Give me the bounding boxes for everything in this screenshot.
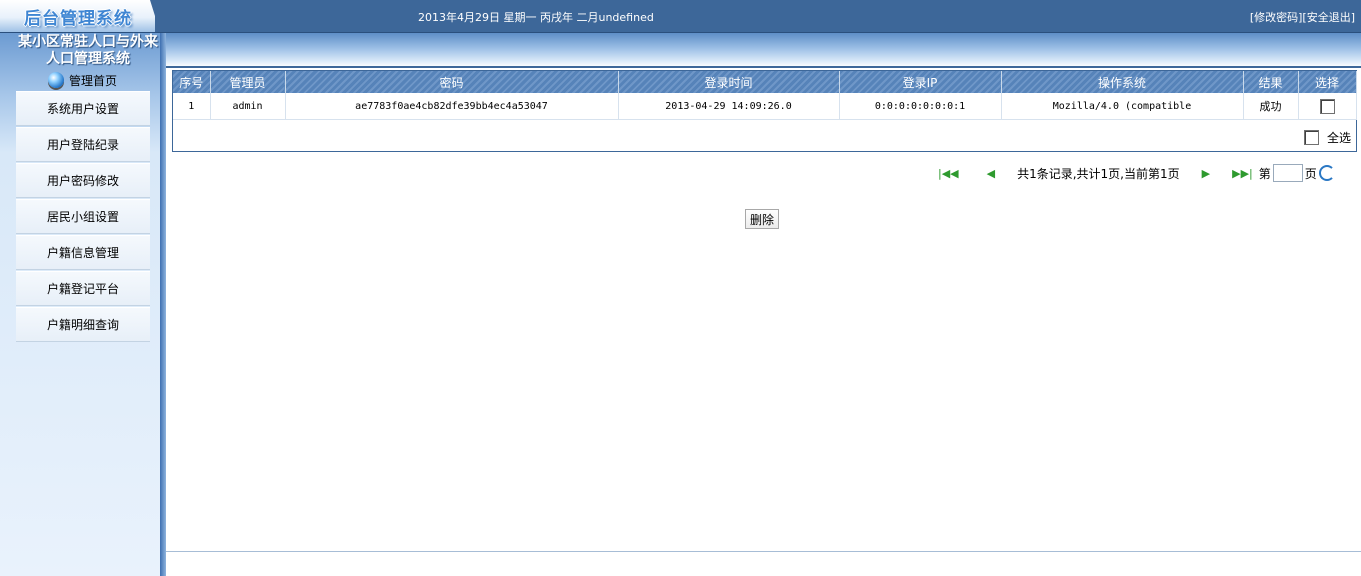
cell-login-time: 2013-04-29 14:09:26.0 (618, 93, 840, 120)
cell-select (1298, 93, 1357, 120)
pager-summary: 共1条记录,共计1页,当前第1页 (1017, 166, 1180, 181)
table-row: 1 admin ae7783f0ae4cb82dfe39bb4ec4a53047… (173, 93, 1357, 120)
cell-admin: admin (210, 93, 286, 120)
col-header-select: 选择 (1298, 71, 1357, 93)
sidebar-item-change-password[interactable]: 用户密码修改 (16, 163, 150, 198)
header-band (0, 33, 1361, 67)
page-suffix: 页 (1304, 166, 1317, 181)
sidebar-item-resident-groups[interactable]: 居民小组设置 (16, 199, 150, 234)
logout-link[interactable]: [安全退出] (1302, 11, 1355, 24)
sidebar-item-household-registration[interactable]: 户籍登记平台 (16, 271, 150, 306)
system-title-line2: 人口管理系统 (46, 51, 130, 67)
col-header-os: 操作系统 (1001, 71, 1244, 93)
row-checkbox[interactable] (1319, 98, 1335, 114)
cell-result: 成功 (1243, 93, 1299, 120)
col-header-result: 结果 (1243, 71, 1299, 93)
header-divider (0, 66, 1361, 68)
col-header-login-ip: 登录IP (839, 71, 1002, 93)
top-bar: 后台管理系统 2013年4月29日 星期一 丙戌年 二月undefined [修… (0, 0, 1361, 33)
select-all-checkbox[interactable] (1303, 130, 1319, 145)
table-header-row: 序号 管理员 密码 登录时间 登录IP 操作系统 结果 选择 (173, 71, 1357, 93)
sidebar-item-household-query[interactable]: 户籍明细查询 (16, 307, 150, 342)
next-page-icon[interactable]: ▶ (1202, 167, 1210, 180)
sidebar-item-login-records[interactable]: 用户登陆纪录 (16, 127, 150, 162)
col-header-login-time: 登录时间 (618, 71, 840, 93)
bottom-divider (166, 551, 1361, 552)
col-header-index: 序号 (173, 71, 211, 93)
change-password-link[interactable]: [修改密码] (1250, 11, 1303, 24)
delete-button[interactable]: 删除 (745, 209, 780, 229)
pagination: |◀◀ ◀ 共1条记录,共计1页,当前第1页 ▶ ▶▶| 第 页 (938, 163, 1335, 183)
col-header-password: 密码 (285, 71, 619, 93)
last-page-icon[interactable]: ▶▶| (1232, 167, 1253, 180)
sidebar-menu: 系统用户设置 用户登陆纪录 用户密码修改 居民小组设置 户籍信息管理 户籍登记平… (16, 91, 150, 343)
select-all-label: 全选 (1326, 131, 1351, 145)
login-records-table: 序号 管理员 密码 登录时间 登录IP 操作系统 结果 选择 1 admin a… (172, 70, 1357, 152)
page-prefix: 第 (1258, 166, 1271, 181)
cell-index: 1 (173, 93, 211, 120)
cell-os: Mozilla/4.0 (compatible (1001, 93, 1244, 120)
system-title-line1: 某小区常驻人口与外来 (18, 34, 158, 50)
system-title: 某小区常驻人口与外来 人口管理系统 (10, 34, 166, 68)
top-links: [修改密码][安全退出] (1250, 9, 1355, 25)
first-page-icon[interactable]: |◀◀ (938, 167, 959, 180)
brand-logo: 后台管理系统 (0, 0, 155, 32)
sidebar: 某小区常驻人口与外来 人口管理系统 管理首页 系统用户设置 用户登陆纪录 用户密… (0, 33, 160, 576)
sidebar-edge (160, 33, 166, 576)
home-link[interactable]: 管理首页 (48, 71, 117, 89)
cell-login-ip: 0:0:0:0:0:0:0:1 (839, 93, 1002, 120)
select-all[interactable]: 全选 (1303, 129, 1351, 146)
date-display: 2013年4月29日 星期一 丙戌年 二月undefined (418, 11, 654, 24)
sidebar-item-household-management[interactable]: 户籍信息管理 (16, 235, 150, 270)
page-number-input[interactable] (1272, 164, 1303, 182)
home-label: 管理首页 (69, 73, 118, 88)
go-refresh-icon[interactable] (1318, 165, 1335, 181)
brand-title: 后台管理系统 (24, 9, 132, 29)
globe-icon (48, 72, 64, 88)
sidebar-item-system-users[interactable]: 系统用户设置 (16, 91, 150, 126)
cell-password: ae7783f0ae4cb82dfe39bb4ec4a53047 (285, 93, 619, 120)
col-header-admin: 管理员 (210, 71, 286, 93)
prev-page-icon[interactable]: ◀ (987, 167, 995, 180)
